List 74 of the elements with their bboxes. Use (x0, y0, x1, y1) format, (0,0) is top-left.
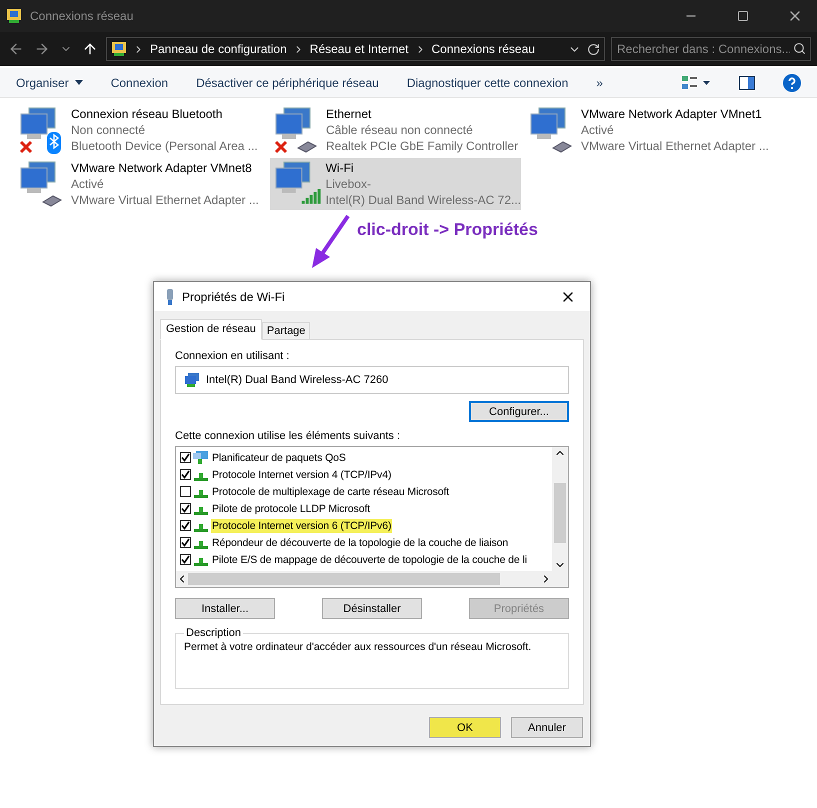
annotation-arrow (312, 214, 350, 268)
network-adapter[interactable]: Connexion réseau Bluetooth Non connecté Bluetooth Device (Personal Area ... (15, 104, 266, 156)
dialog-button[interactable]: OK (429, 717, 501, 738)
adapter-status: Activé (581, 122, 615, 138)
breadcrumb[interactable]: Connexions réseau (432, 42, 535, 56)
caret-icon (74, 80, 83, 85)
refresh-icon[interactable] (587, 42, 600, 56)
item-button[interactable]: Désinstaller (322, 598, 422, 619)
list-item[interactable]: Protocole Internet version 4 (TCP/IPv4) (211, 468, 392, 482)
command-button[interactable]: Organiser (16, 76, 83, 90)
network-folder-icon (111, 41, 127, 57)
list-item[interactable]: Pilote de protocole LLDP Microsoft (211, 502, 372, 516)
checkbox[interactable] (180, 537, 191, 548)
list-item[interactable]: Planificateur de paquets QoS (211, 450, 347, 464)
forward-arrow-icon[interactable] (34, 41, 50, 57)
network-adapter[interactable]: VMware Network Adapter VMnet8 Activé VMware Virtual Ethernet Adapter ... (15, 158, 266, 210)
description-text: Permet à votre ordinateur d'accéder aux ressources d'un réseau Microsoft. (184, 641, 532, 653)
preview-pane-icon[interactable] (739, 76, 755, 90)
adapter-device: Intel(R) Dual Band Wireless-AC 72... (326, 192, 521, 208)
checkbox[interactable] (180, 503, 191, 514)
command-button[interactable]: Diagnostiquer cette connexion (406, 76, 568, 90)
adapter-status: Non connecté (71, 122, 146, 138)
dialog-title: Propriétés de Wi-Fi (182, 290, 286, 304)
dialog-button[interactable]: Annuler (511, 717, 583, 738)
checkbox[interactable] (180, 554, 191, 565)
breadcrumb[interactable]: Panneau de configuration (150, 42, 287, 56)
window-title: Connexions réseau (30, 9, 134, 23)
address-field[interactable]: Panneau de configuration Réseau et Internet Connexions réseau (106, 37, 605, 61)
scheduler-icon (193, 450, 209, 464)
checkbox[interactable] (180, 469, 191, 480)
more-commands-button[interactable]: » (596, 76, 603, 90)
command-button[interactable]: Connexion (110, 76, 168, 90)
breadcrumb[interactable]: Réseau et Internet (310, 42, 409, 56)
network-adapter[interactable]: Wi-Fi Livebox- Intel(R) Dual Band Wireless-AC 72... (270, 158, 521, 210)
adapter-status: Activé (71, 176, 105, 192)
adapter-name: Connexion réseau Bluetooth (71, 106, 224, 122)
adapter-device: VMware Virtual Ethernet Adapter ... (581, 138, 769, 154)
checkbox[interactable] (180, 520, 191, 531)
list-item[interactable]: Pilote E/S de mappage de découverte de topologie de la couche de li (211, 552, 528, 566)
annotation-text: clic-droit -> Propriétés (357, 220, 538, 240)
list-item[interactable]: Protocole de multiplexage de carte réseau Microsoft (211, 484, 450, 498)
field-label: Connexion en utilisant : (175, 350, 290, 362)
list-item[interactable]: Protocole Internet version 6 (TCP/IPv6) (211, 518, 392, 532)
network-icon (184, 373, 200, 387)
field-label: Cette connexion utilise les éléments suivants : (175, 430, 402, 442)
scrollbar-thumb[interactable] (554, 483, 566, 543)
adapter-name: VMware Network Adapter VMnet8 (71, 160, 253, 176)
adapter-name: VMware Network Adapter VMnet1 (581, 106, 763, 122)
network-adapter[interactable]: Ethernet Câble réseau non connecté Realtek PCIe GbE Family Controller (270, 104, 521, 156)
adapter-name: Ethernet (326, 106, 372, 122)
list-item[interactable]: Répondeur de découverte de la topologie de la couche de liaison (211, 536, 510, 550)
checkbox[interactable] (180, 486, 191, 497)
network-adapter-icon (166, 288, 174, 304)
help-icon[interactable] (783, 74, 801, 92)
view-options-icon[interactable] (681, 74, 711, 90)
adapter-name: Intel(R) Dual Band Wireless-AC 7260 (206, 374, 388, 386)
network-adapter[interactable]: VMware Network Adapter VMnet1 Activé VMware Virtual Ethernet Adapter ... (525, 104, 776, 156)
group-title: Description (185, 627, 242, 639)
adapter-device: Bluetooth Device (Personal Area ... (71, 138, 258, 154)
adapter-device: Realtek PCIe GbE Family Controller (326, 138, 518, 154)
search-icon (793, 42, 806, 55)
command-button[interactable]: Désactiver ce périphérique réseau (196, 76, 379, 90)
configure-button[interactable]: Configurer... (469, 401, 569, 422)
network-folder-icon (6, 8, 22, 24)
adapter-device: VMware Virtual Ethernet Adapter ... (71, 192, 259, 208)
tab[interactable]: Gestion de réseau (160, 319, 262, 340)
item-button[interactable]: Installer... (175, 598, 275, 619)
adapter-name: Wi-Fi (326, 160, 355, 176)
adapter-status: Câble réseau non connecté (326, 122, 474, 138)
tab[interactable]: Partage (262, 322, 310, 340)
checkbox[interactable] (180, 452, 191, 463)
adapter-status: Livebox- (326, 176, 372, 192)
maximize-icon[interactable] (737, 10, 749, 22)
scrollbar-thumb[interactable] (188, 573, 500, 585)
